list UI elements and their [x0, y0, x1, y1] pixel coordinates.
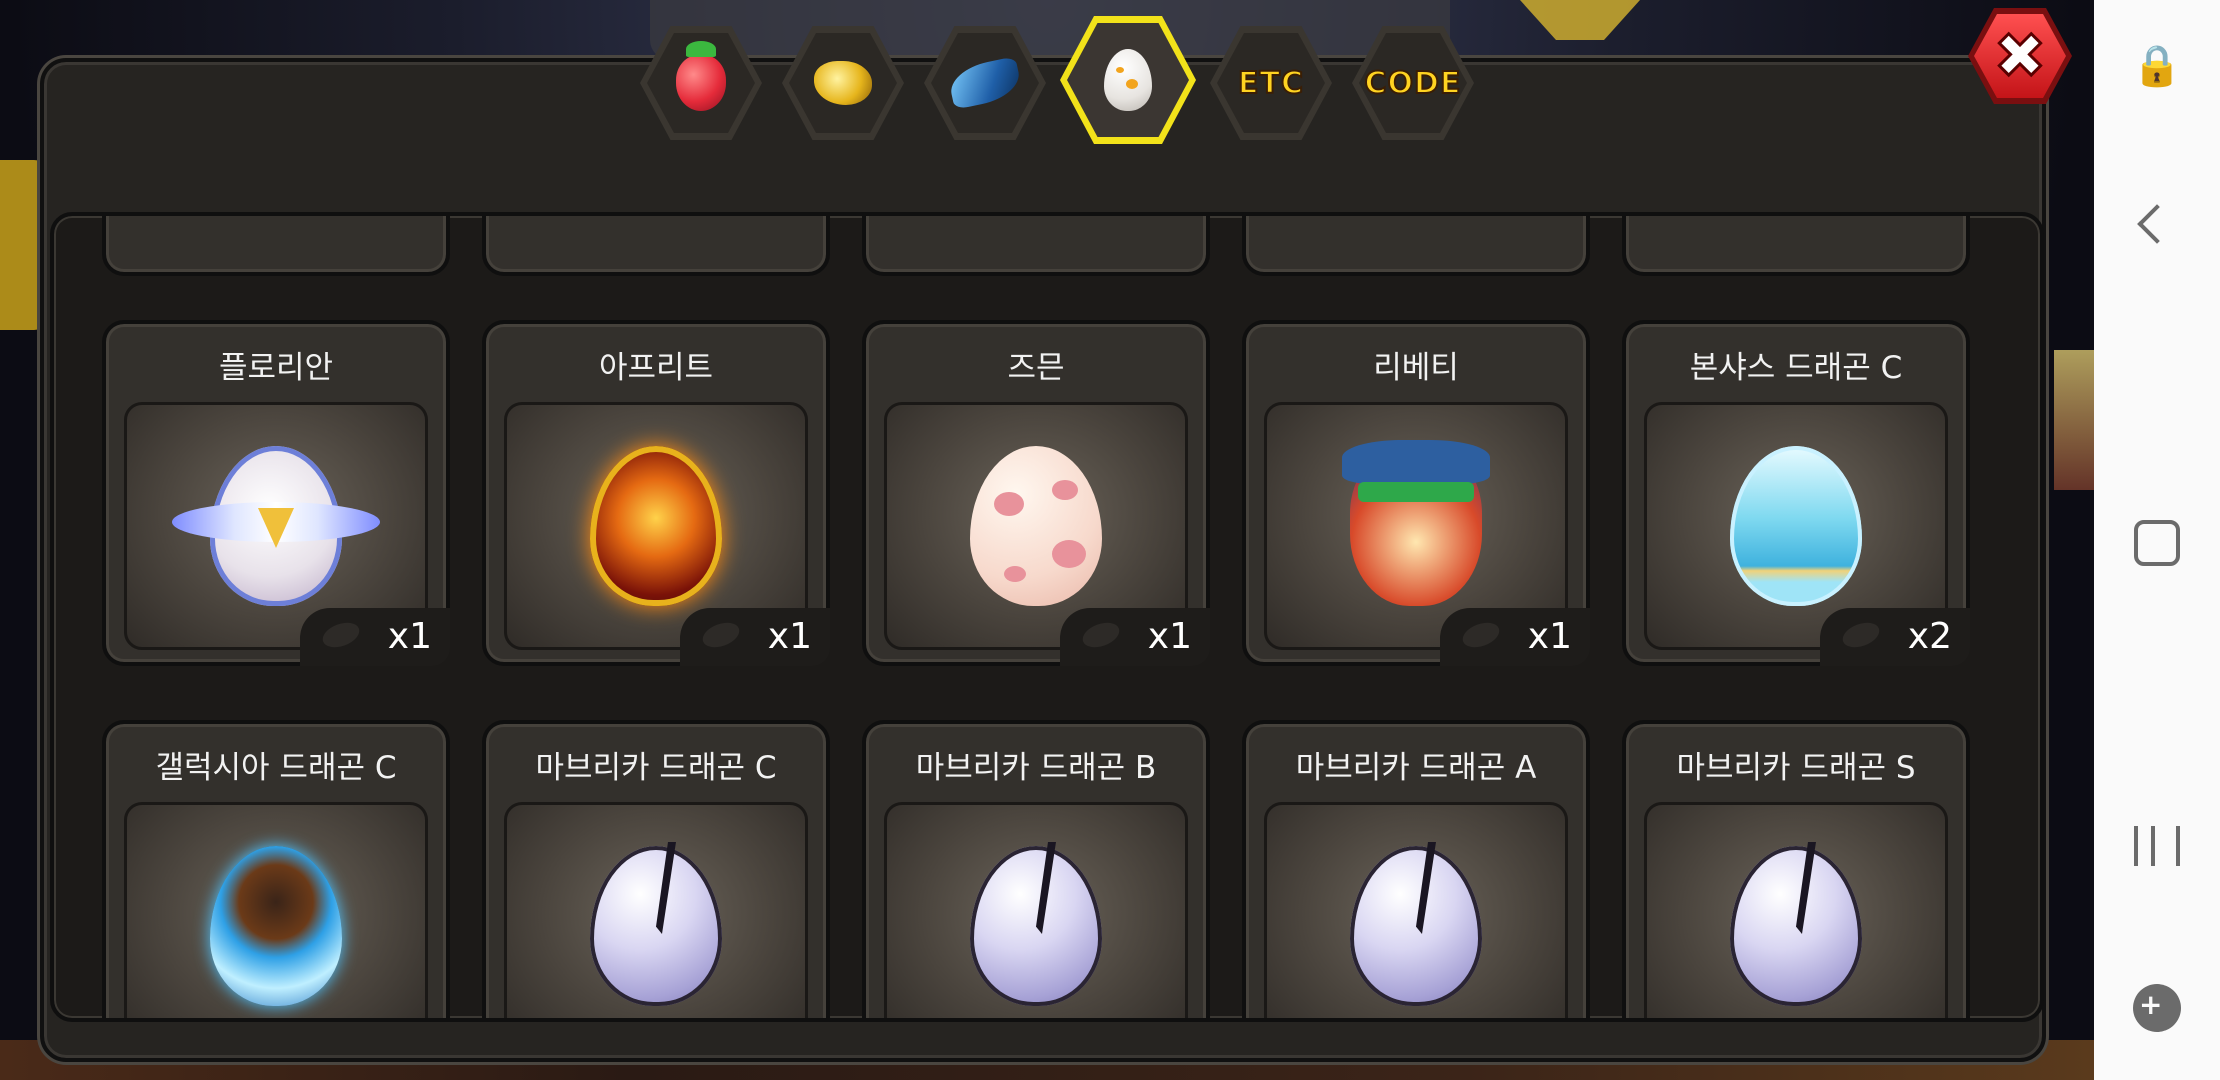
item-card-partial[interactable]: x1: [102, 216, 450, 276]
afreet-egg-icon: [590, 446, 722, 606]
item-quantity: x1: [680, 608, 830, 666]
item-name: 즈믄: [1007, 350, 1065, 386]
android-navigation-bar: 🔒: [2094, 0, 2220, 1080]
item-card-liberty[interactable]: 리베티 x1: [1242, 320, 1590, 666]
item-name: 마브리카 드래곤 C: [535, 750, 777, 786]
item-name: 아프리트: [598, 350, 714, 386]
tab-code-label: CODE: [1364, 65, 1462, 102]
item-image: [124, 802, 428, 1018]
item-card-mabrika-dragon-c[interactable]: 마브리카 드래곤 C: [482, 720, 830, 1018]
item-card-mabrika-dragon-s[interactable]: 마브리카 드래곤 S: [1622, 720, 1970, 1018]
item-quantity: x1: [1440, 608, 1590, 666]
item-card-florian[interactable]: 플로리안 x1: [102, 320, 450, 666]
item-card-partial[interactable]: x1: [482, 216, 830, 276]
item-quantity: x1: [1060, 608, 1210, 666]
item-card-partial[interactable]: x2: [862, 216, 1210, 276]
item-image: [1264, 802, 1568, 1018]
item-name: 갤럭시아 드래곤 C: [155, 750, 397, 786]
back-icon[interactable]: [2094, 204, 2220, 244]
bonshas-egg-icon: [1730, 446, 1862, 606]
mabrika-egg-icon: [970, 846, 1102, 1006]
gold-ore-icon: [814, 61, 872, 105]
galaxia-egg-icon: [210, 846, 342, 1006]
home-icon[interactable]: [2094, 520, 2220, 566]
item-card-partial[interactable]: x1: [1622, 216, 1970, 276]
item-name: 리베티: [1373, 350, 1459, 386]
game-tools-icon[interactable]: [2094, 984, 2220, 1032]
florian-egg-icon: [172, 446, 380, 606]
mabrika-egg-icon: [590, 846, 722, 1006]
item-card-mabrika-dragon-b[interactable]: 마브리카 드래곤 B: [862, 720, 1210, 1018]
item-name: 마브리카 드래곤 B: [915, 750, 1157, 786]
item-name: 마브리카 드래곤 S: [1676, 750, 1916, 786]
item-name: 플로리안: [218, 350, 334, 386]
item-name: 본샤스 드래곤 C: [1689, 350, 1903, 386]
egg-icon: [1104, 49, 1152, 111]
mabrika-egg-icon: [1730, 846, 1862, 1006]
item-name: 마브리카 드래곤 A: [1295, 750, 1537, 786]
item-card-afreet[interactable]: 아프리트 x1: [482, 320, 830, 666]
close-icon: ✖: [1993, 19, 2048, 92]
tab-etc-label: ETC: [1237, 65, 1304, 102]
item-grid[interactable]: x1 x1 x2 x1 x1 플로리안 x1 아프리트 x1 즈믄 x1 리베티…: [50, 212, 2044, 1022]
liberty-egg-icon: [1342, 440, 1490, 606]
item-card-zeun[interactable]: 즈믄 x1: [862, 320, 1210, 666]
item-image: [884, 802, 1188, 1018]
feather-icon: [946, 56, 1024, 110]
item-quantity: x1: [300, 608, 450, 666]
item-card-partial[interactable]: x1: [1242, 216, 1590, 276]
lock-touch-icon[interactable]: 🔒: [2094, 42, 2220, 89]
item-image: [1644, 802, 1948, 1018]
recent-apps-icon[interactable]: [2094, 826, 2220, 866]
item-card-mabrika-dragon-a[interactable]: 마브리카 드래곤 A: [1242, 720, 1590, 1018]
zeun-egg-icon: [970, 446, 1102, 606]
item-quantity: x2: [1820, 608, 1970, 666]
item-card-galaxia-dragon-c[interactable]: 갤럭시아 드래곤 C: [102, 720, 450, 1018]
item-card-bonshas-dragon-c[interactable]: 본샤스 드래곤 C x2: [1622, 320, 1970, 666]
mabrika-egg-icon: [1350, 846, 1482, 1006]
item-image: [504, 802, 808, 1018]
fruit-icon: [676, 41, 726, 111]
